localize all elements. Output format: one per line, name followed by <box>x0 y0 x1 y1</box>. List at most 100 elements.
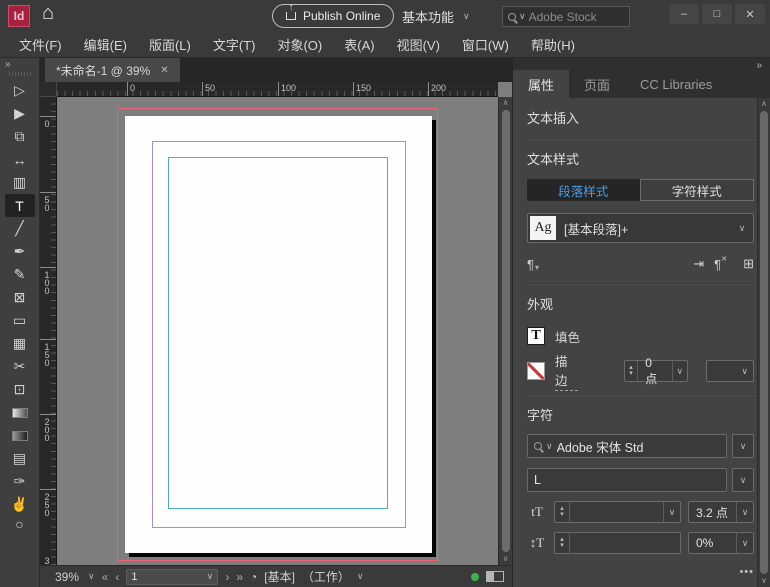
stock-search-input[interactable] <box>529 10 624 24</box>
character-more-options-icon[interactable]: ••• <box>527 566 754 578</box>
font-size-stepper[interactable]: ▴ ▾ <box>555 502 570 522</box>
scrollbar-thumb[interactable] <box>502 110 510 552</box>
next-page-button[interactable]: › <box>225 570 229 584</box>
fill-label[interactable]: 填色 <box>555 327 580 346</box>
paragraph-style-dropdown[interactable]: Ag [基本段落]+ ∨ <box>527 213 754 243</box>
ruler-label: 0 <box>43 120 51 128</box>
preflight-workspace[interactable]: （工作） <box>302 568 350 585</box>
stepper-down-icon[interactable]: ▾ <box>629 371 633 377</box>
ruler-tick <box>40 339 56 340</box>
gradient-feather-tool[interactable] <box>5 424 35 447</box>
horizontal-ruler[interactable]: 0 50 100 150 200 <box>57 82 498 97</box>
scroll-down-icon[interactable]: ∨ <box>761 576 767 586</box>
pasteboard[interactable] <box>57 97 498 565</box>
tools-drag-handle[interactable] <box>9 72 31 76</box>
last-page-button[interactable]: » <box>236 570 243 584</box>
stroke-label[interactable]: 描边 <box>555 351 578 391</box>
content-collector-tool[interactable]: ▥ <box>5 171 35 194</box>
menu-object[interactable]: 对象(O) <box>266 35 333 54</box>
redefine-style-icon[interactable]: ⇥ <box>693 256 704 272</box>
tab-cc-libraries[interactable]: CC Libraries <box>625 70 727 98</box>
line-tool[interactable]: ╱ <box>5 217 35 240</box>
font-family-expand-button[interactable]: ∨ <box>732 434 754 458</box>
type-tool[interactable]: T <box>5 194 35 217</box>
font-style-dropdown[interactable]: L <box>527 468 727 492</box>
gradient-swatch-tool[interactable] <box>5 401 35 424</box>
menu-view[interactable]: 视图(V) <box>386 35 451 54</box>
document-tab-close-icon[interactable]: ✕ <box>160 65 168 76</box>
tab-properties[interactable]: 属性 <box>513 70 569 98</box>
tab-pages[interactable]: 页面 <box>569 70 625 98</box>
clear-overrides-button[interactable]: ¶ ✕ <box>714 257 721 272</box>
menu-type[interactable]: 文字(T) <box>202 35 267 54</box>
workspace-switcher[interactable]: 基本功能 ∨ <box>402 7 470 26</box>
scroll-up-icon[interactable]: ∧ <box>503 98 509 108</box>
selection-tool[interactable]: ▷ <box>5 79 35 102</box>
scroll-down-icon[interactable]: ∨ <box>503 554 509 564</box>
preflight-profile[interactable]: [基本] <box>264 568 295 585</box>
vertical-ruler[interactable]: 0 50 100 150 200 250 3 <box>40 97 57 565</box>
scrollbar-thumb[interactable] <box>760 111 768 574</box>
page-number-input[interactable] <box>131 571 206 583</box>
kerning-stepper[interactable]: ▴ ▾ <box>555 533 570 553</box>
minimize-button[interactable]: – <box>669 4 699 24</box>
search-chevron-icon: ∨ <box>546 441 553 452</box>
font-style-expand-button[interactable]: ∨ <box>732 468 754 492</box>
grid-tool[interactable]: ▦ <box>5 332 35 355</box>
hand-tool[interactable]: ✌ <box>5 493 35 516</box>
stroke-none-swatch[interactable] <box>527 362 545 380</box>
panel-collapse-icon[interactable]: » <box>756 60 762 71</box>
paragraph-marks-button[interactable]: ¶ ▾ <box>527 257 539 272</box>
previous-page-button[interactable]: ‹ <box>115 570 119 584</box>
document-tab[interactable]: *未命名-1 @ 39% ✕ <box>45 58 180 82</box>
menu-window[interactable]: 窗口(W) <box>451 35 520 54</box>
new-style-icon[interactable]: ⊞ <box>743 256 754 272</box>
stock-search-box[interactable]: ∨ <box>502 6 630 27</box>
text-frame[interactable] <box>168 157 388 509</box>
ruler-origin-box[interactable] <box>40 82 57 97</box>
stroke-weight-stepper[interactable]: ▴ ▾ <box>625 361 638 381</box>
rectangle-frame-tool[interactable]: ⊠ <box>5 286 35 309</box>
home-icon[interactable]: ⌂ <box>42 2 54 25</box>
pen-tool[interactable]: ✒ <box>5 240 35 263</box>
zoom-level-dropdown[interactable]: 39% ∨ <box>55 570 95 584</box>
zoom-tool[interactable]: ○ <box>5 516 35 530</box>
font-size-field[interactable]: ▴ ▾ ∨ <box>554 501 681 523</box>
stroke-weight-field[interactable]: ▴ ▾ 0 点 ∨ <box>624 360 688 382</box>
maximize-button[interactable]: □ <box>702 4 732 24</box>
tracking-field[interactable]: 0% ∨ <box>688 532 754 554</box>
stepper-down-icon[interactable]: ▾ <box>560 543 564 549</box>
scroll-up-icon[interactable]: ∧ <box>761 99 767 109</box>
free-transform-tool[interactable]: ⊡ <box>5 378 35 401</box>
note-tool[interactable]: ▤ <box>5 447 35 470</box>
close-button[interactable]: ✕ <box>735 4 765 24</box>
gap-tool[interactable]: ↔ <box>5 148 35 171</box>
direct-selection-tool[interactable]: ▶ <box>5 102 35 125</box>
spread-view-icon[interactable] <box>486 571 504 582</box>
tools-collapse-icon[interactable]: » <box>0 59 11 70</box>
stepper-down-icon[interactable]: ▾ <box>560 512 564 518</box>
character-styles-tab[interactable]: 字符样式 <box>640 179 755 201</box>
publish-online-button[interactable]: ↑ Publish Online <box>272 4 394 28</box>
menu-file[interactable]: 文件(F) <box>8 35 73 54</box>
menu-edit[interactable]: 编辑(E) <box>73 35 138 54</box>
page-number-field[interactable]: ∨ <box>126 569 218 585</box>
kerning-field[interactable]: ▴ ▾ <box>554 532 681 554</box>
menu-table[interactable]: 表(A) <box>333 35 385 54</box>
leading-field[interactable]: 3.2 点 ∨ <box>688 501 754 523</box>
scissors-tool[interactable]: ✂ <box>5 355 35 378</box>
menu-layout[interactable]: 版面(L) <box>138 35 202 54</box>
stroke-type-dropdown[interactable]: ∨ <box>706 360 754 382</box>
preflight-icon[interactable]: ◔ <box>250 570 257 584</box>
fill-color-swatch[interactable]: T <box>527 327 545 345</box>
eyedropper-tool[interactable]: ✑ <box>5 470 35 493</box>
rectangle-tool[interactable]: ▭ <box>5 309 35 332</box>
page-tool[interactable]: ⧉ <box>5 125 35 148</box>
canvas-vertical-scrollbar[interactable]: ∧ ∨ <box>498 97 512 565</box>
pencil-tool[interactable]: ✎ <box>5 263 35 286</box>
paragraph-styles-tab[interactable]: 段落样式 <box>527 179 640 201</box>
menu-help[interactable]: 帮助(H) <box>520 35 586 54</box>
font-family-dropdown[interactable]: ∨ Adobe 宋体 Std <box>527 434 727 458</box>
first-page-button[interactable]: « <box>102 570 109 584</box>
panel-scrollbar[interactable]: ∧ ∨ <box>757 98 770 587</box>
